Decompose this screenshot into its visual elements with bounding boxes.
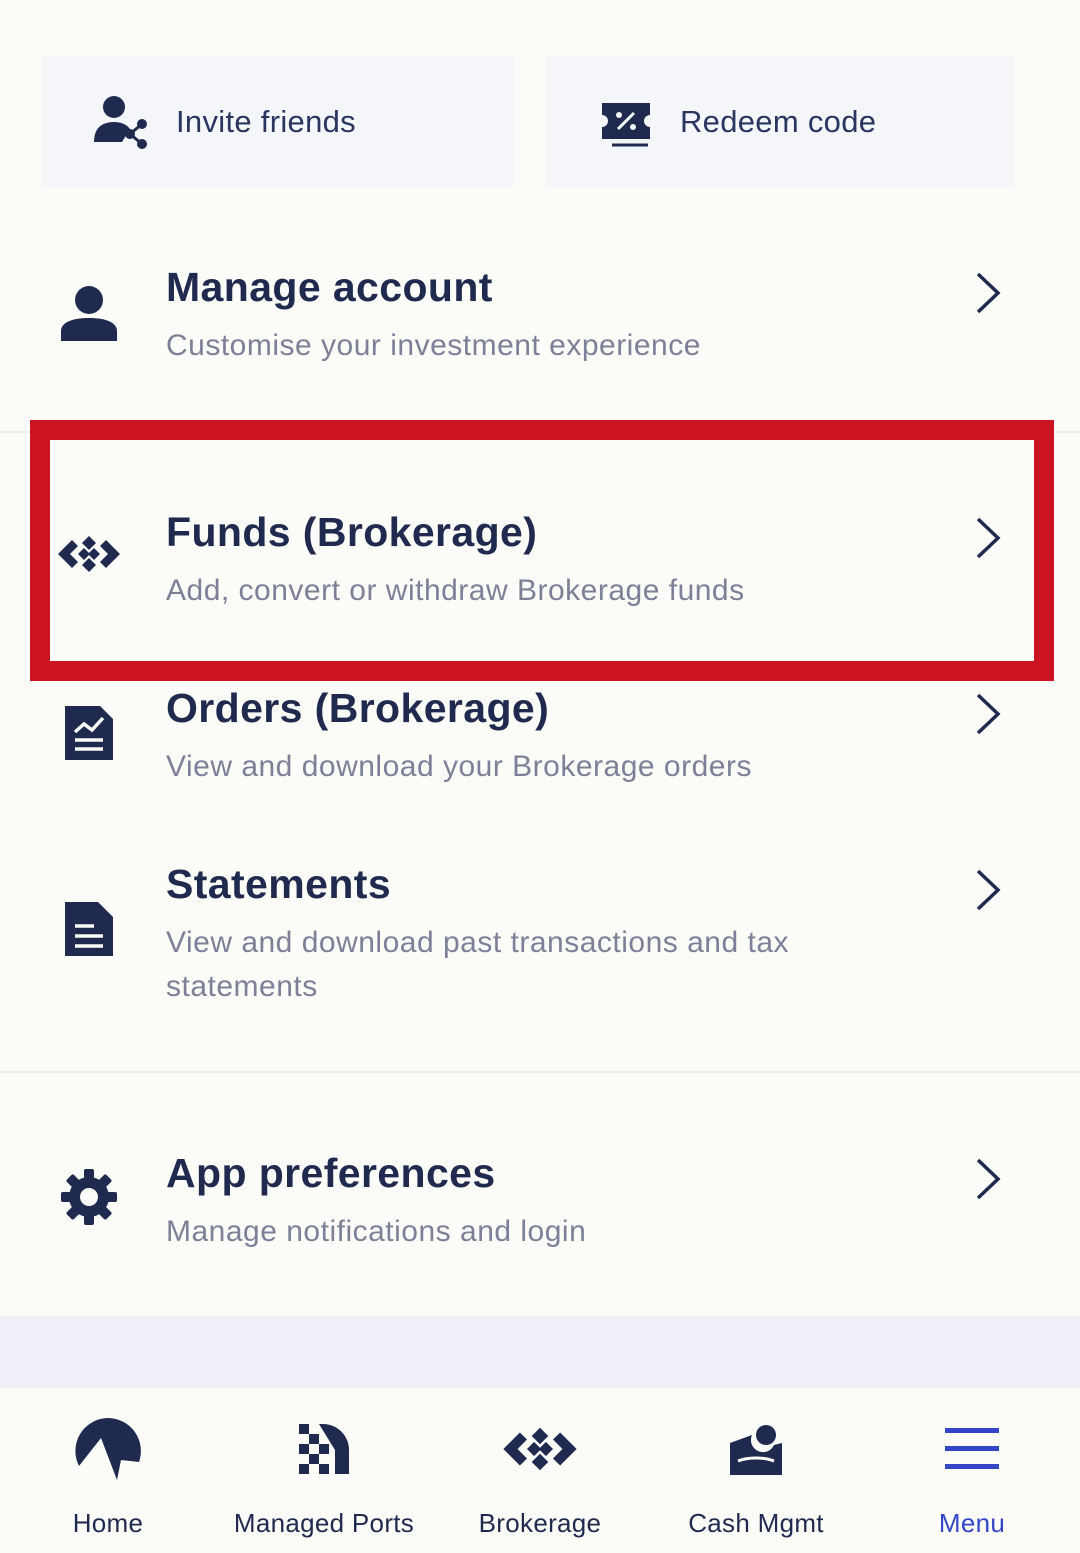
menu-item-funds-brokerage[interactable]: Funds (Brokerage) Add, convert or withdr… — [0, 495, 1080, 645]
chevron-right-icon — [976, 1158, 1001, 1200]
nav-label: Brokerage — [478, 1508, 602, 1538]
gear-icon — [56, 1164, 122, 1230]
nav-tab-cash-mgmt[interactable]: Cash Mgmt — [648, 1388, 864, 1553]
menu-item-subtitle: View and download your Brokerage orders — [166, 750, 752, 783]
coupon-icon — [596, 92, 656, 152]
chevron-right-icon — [976, 693, 1001, 735]
menu-item-subtitle: Add, convert or withdraw Brokerage funds — [166, 574, 745, 607]
chevron-right-icon — [976, 517, 1001, 559]
statement-document-icon — [56, 895, 122, 961]
menu-item-title: Statements — [166, 861, 392, 907]
chevron-right-icon — [976, 869, 1001, 911]
invite-friends-button[interactable]: Invite friends — [42, 56, 514, 188]
menu-item-subtitle: Customise your investment experience — [166, 329, 701, 362]
bottom-nav: Home Managed Ports Brokerage Cash Mgmt M… — [0, 1388, 1080, 1553]
invite-share-icon — [92, 92, 152, 152]
hamburger-menu-icon — [932, 1416, 1012, 1482]
footer-band — [0, 1316, 1080, 1388]
nav-tab-menu[interactable]: Menu — [864, 1388, 1080, 1553]
menu-item-subtitle: View and download past transactions and … — [166, 926, 790, 1003]
managed-ports-icon — [284, 1416, 364, 1482]
nav-tab-brokerage[interactable]: Brokerage — [432, 1388, 648, 1553]
orders-document-icon — [56, 699, 122, 765]
chevron-right-icon — [976, 272, 1001, 314]
menu-item-title: Orders (Brokerage) — [166, 685, 550, 731]
menu-item-subtitle: Manage notifications and login — [166, 1215, 587, 1248]
nav-tab-managed-ports[interactable]: Managed Ports — [216, 1388, 432, 1553]
nav-label: Managed Ports — [233, 1508, 415, 1538]
invite-friends-label: Invite friends — [176, 104, 356, 139]
redeem-code-label: Redeem code — [680, 104, 877, 139]
menu-screen: Invite friends Redeem code Manage accoun… — [0, 0, 1080, 1553]
menu-item-orders-brokerage[interactable]: Orders (Brokerage) View and download you… — [0, 671, 1080, 821]
section-divider — [0, 431, 1080, 433]
home-icon — [68, 1416, 148, 1482]
menu-item-title: Funds (Brokerage) — [166, 509, 538, 555]
nav-label: Home — [72, 1508, 144, 1538]
top-action-cards: Invite friends Redeem code — [42, 56, 1014, 188]
brokerage-diamond-icon — [56, 521, 122, 587]
brokerage-diamond-icon — [500, 1416, 580, 1482]
cash-mgmt-icon — [716, 1416, 796, 1482]
menu-item-title: App preferences — [166, 1150, 496, 1196]
nav-tab-home[interactable]: Home — [0, 1388, 216, 1553]
section-divider — [0, 1071, 1080, 1073]
menu-item-statements[interactable]: Statements View and download past transa… — [0, 847, 1080, 1047]
menu-item-app-preferences[interactable]: App preferences Manage notifications and… — [0, 1136, 1080, 1286]
menu-item-manage-account[interactable]: Manage account Customise your investment… — [0, 250, 1080, 420]
nav-label: Cash Mgmt — [688, 1508, 824, 1538]
nav-label: Menu — [938, 1508, 1006, 1538]
person-icon — [56, 280, 122, 346]
redeem-code-button[interactable]: Redeem code — [546, 56, 1014, 188]
menu-item-title: Manage account — [166, 264, 493, 310]
